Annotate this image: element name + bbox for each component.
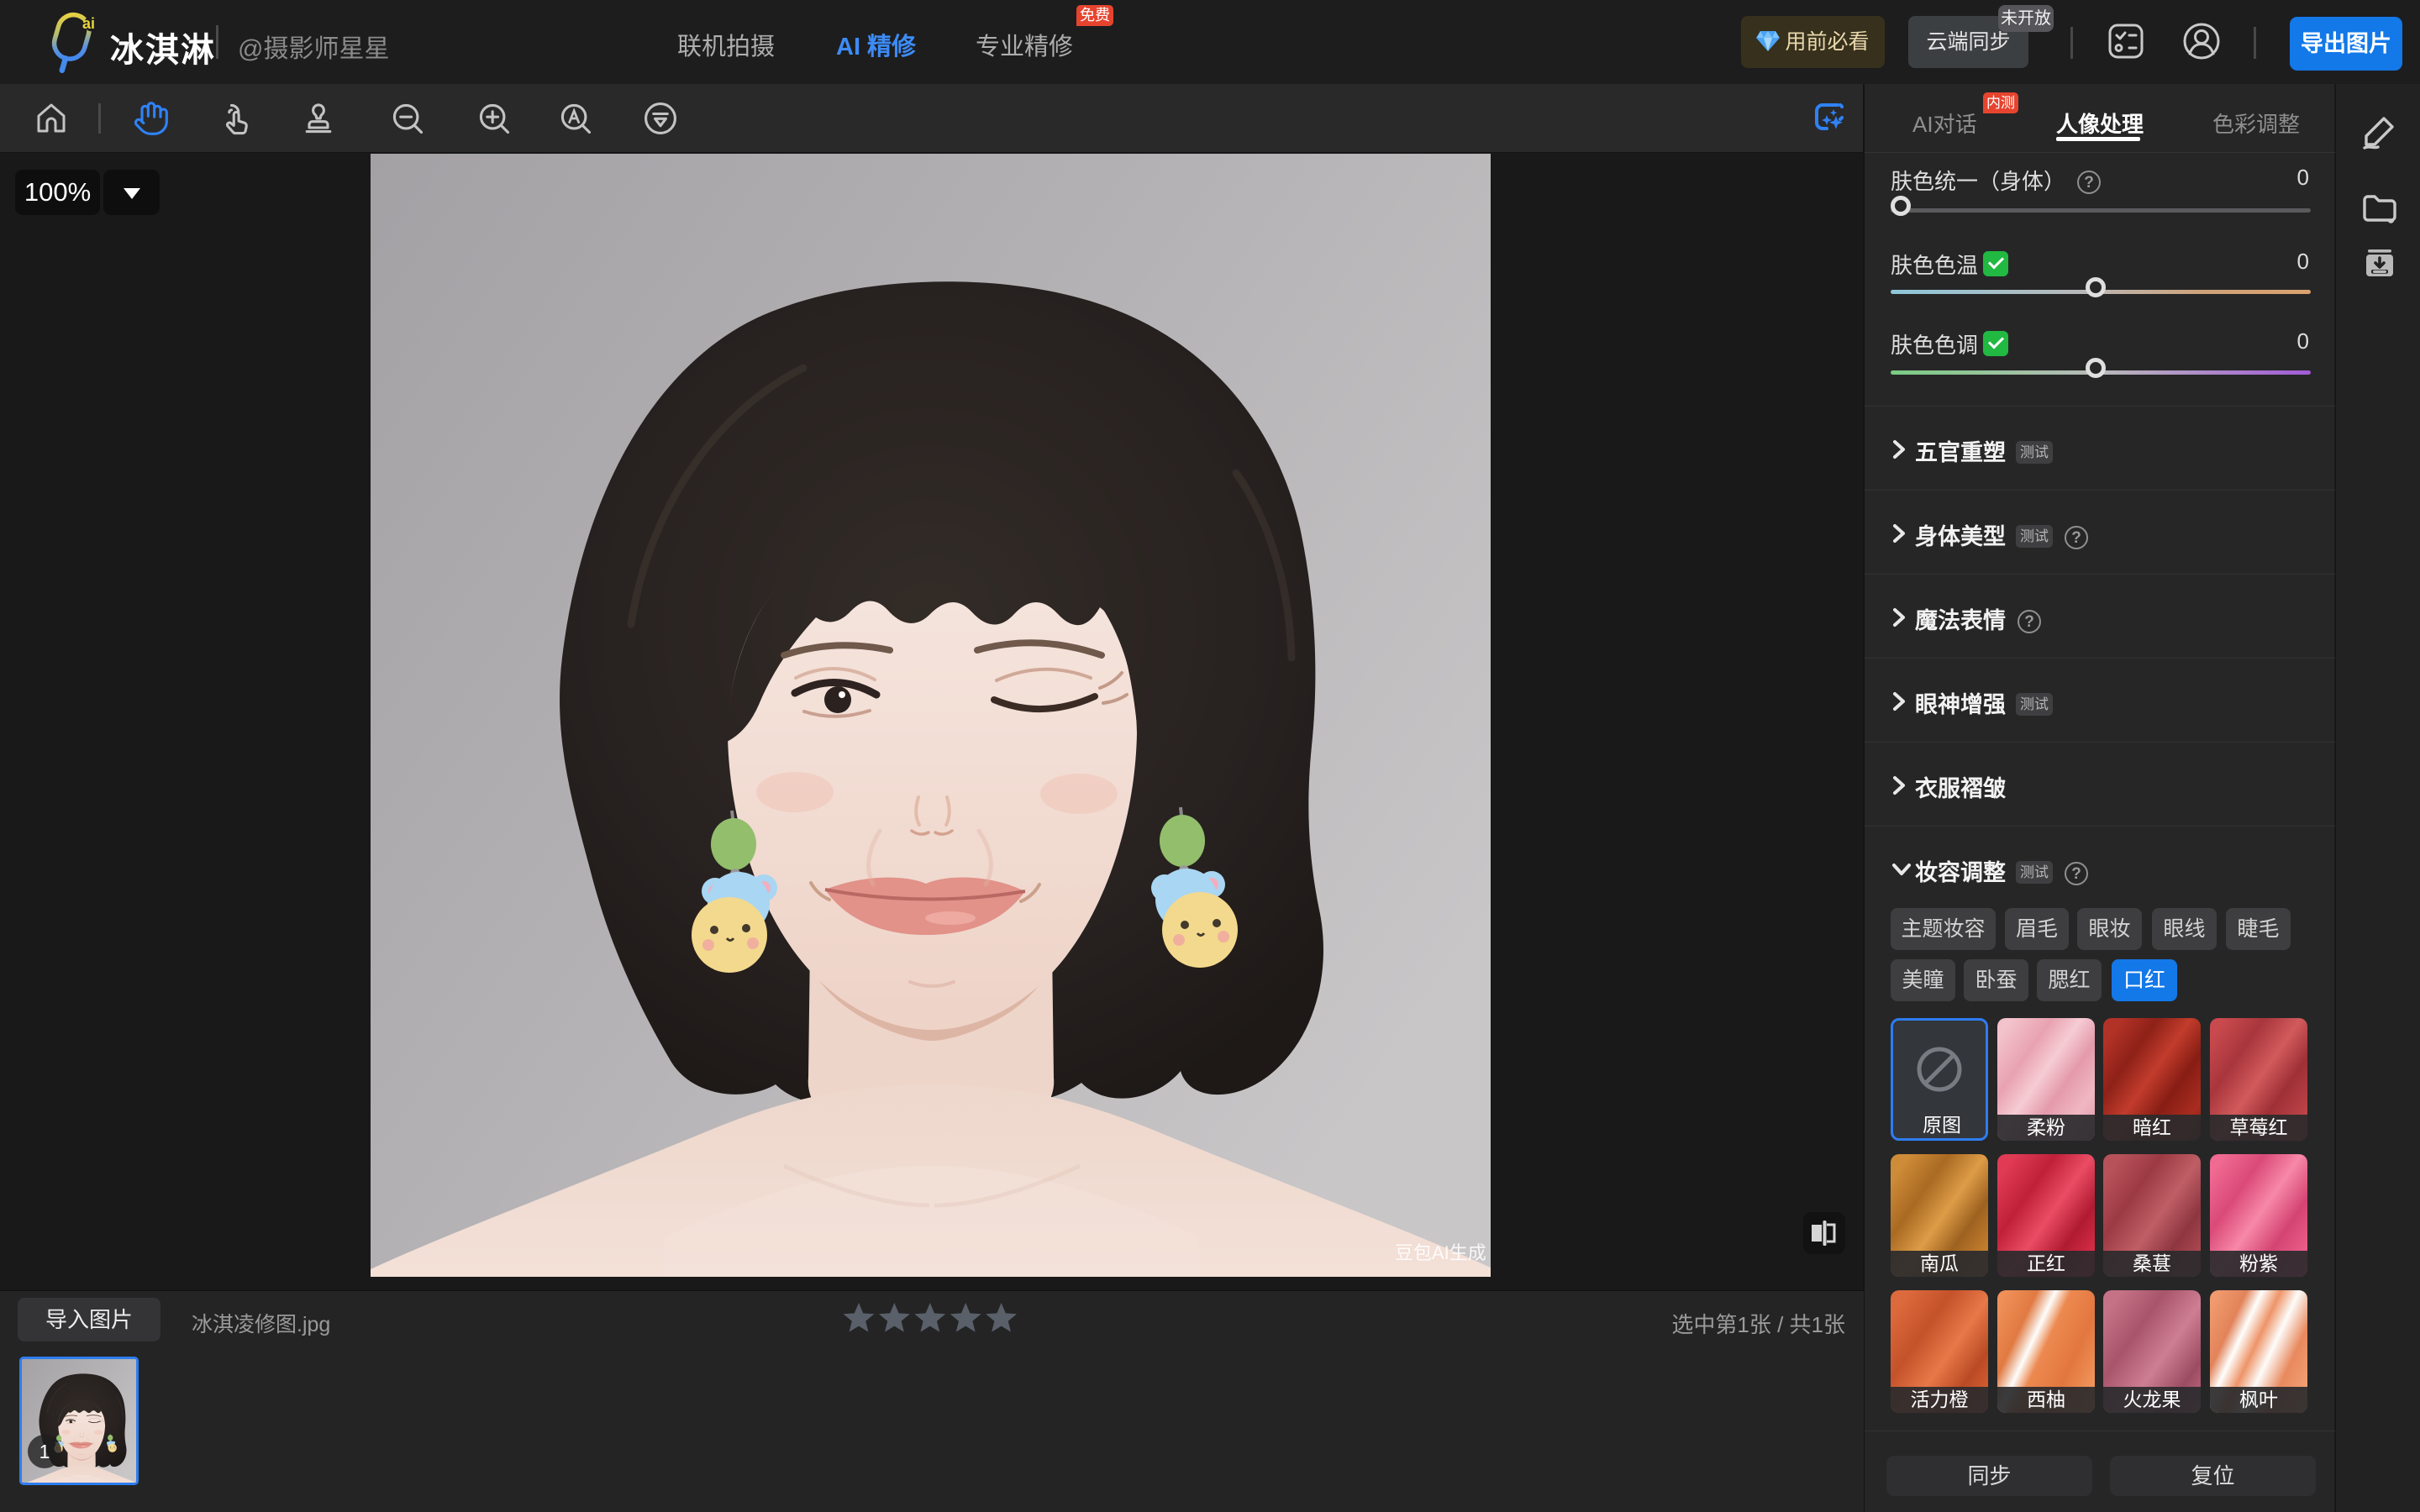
svg-text:ai: ai [82,15,95,32]
